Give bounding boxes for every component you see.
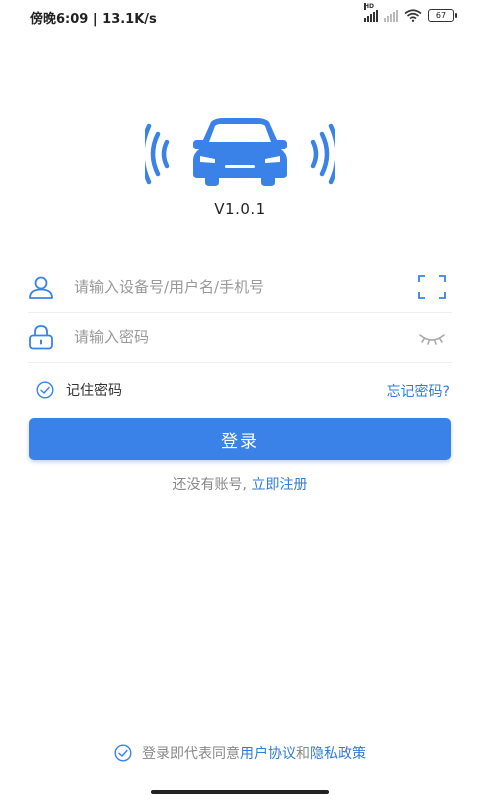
- user-agreement-link[interactable]: 用户协议: [240, 746, 296, 762]
- status-icons: HD 67: [364, 2, 457, 22]
- register-prompt: 还没有账号, 立即注册: [0, 474, 480, 494]
- password-row: [28, 312, 452, 363]
- privacy-policy-link[interactable]: 隐私政策: [310, 746, 366, 762]
- forgot-password-link[interactable]: 忘记密码?: [387, 381, 450, 401]
- lock-icon: [29, 325, 53, 350]
- register-prompt-text: 还没有账号,: [172, 477, 252, 493]
- cell-signal-2-icon: [384, 9, 398, 22]
- agreement-check-icon[interactable]: [114, 744, 132, 762]
- scan-icon[interactable]: [418, 275, 446, 299]
- wifi-icon: [404, 9, 422, 22]
- status-net-speed: 13.1K/s: [102, 12, 157, 27]
- remember-password-label: 记住密码: [66, 383, 122, 399]
- status-bar: 傍晚6:09 | 13.1K/s HD 67: [0, 0, 480, 32]
- login-button[interactable]: 登录: [29, 418, 451, 460]
- home-indicator[interactable]: [151, 790, 329, 794]
- username-input[interactable]: [74, 273, 394, 301]
- battery-icon: 67: [428, 9, 457, 22]
- agreement-row: 登录即代表同意用户协议和隐私政策: [0, 743, 480, 763]
- password-input[interactable]: [74, 323, 394, 351]
- agreement-text: 登录即代表同意用户协议和隐私政策: [142, 746, 366, 762]
- status-time: 傍晚6:09: [30, 12, 89, 27]
- cell-signal-icon: HD: [364, 2, 378, 22]
- username-row: [28, 262, 452, 313]
- eye-closed-icon[interactable]: [418, 325, 446, 349]
- app-version: V1.0.1: [214, 200, 266, 218]
- car-signal-icon: [145, 118, 335, 186]
- remember-password-toggle[interactable]: 记住密码: [36, 380, 122, 400]
- register-link[interactable]: 立即注册: [251, 477, 307, 493]
- status-time-speed: 傍晚6:09 | 13.1K/s: [30, 12, 157, 27]
- user-icon: [29, 276, 53, 299]
- check-circle-icon: [36, 381, 54, 399]
